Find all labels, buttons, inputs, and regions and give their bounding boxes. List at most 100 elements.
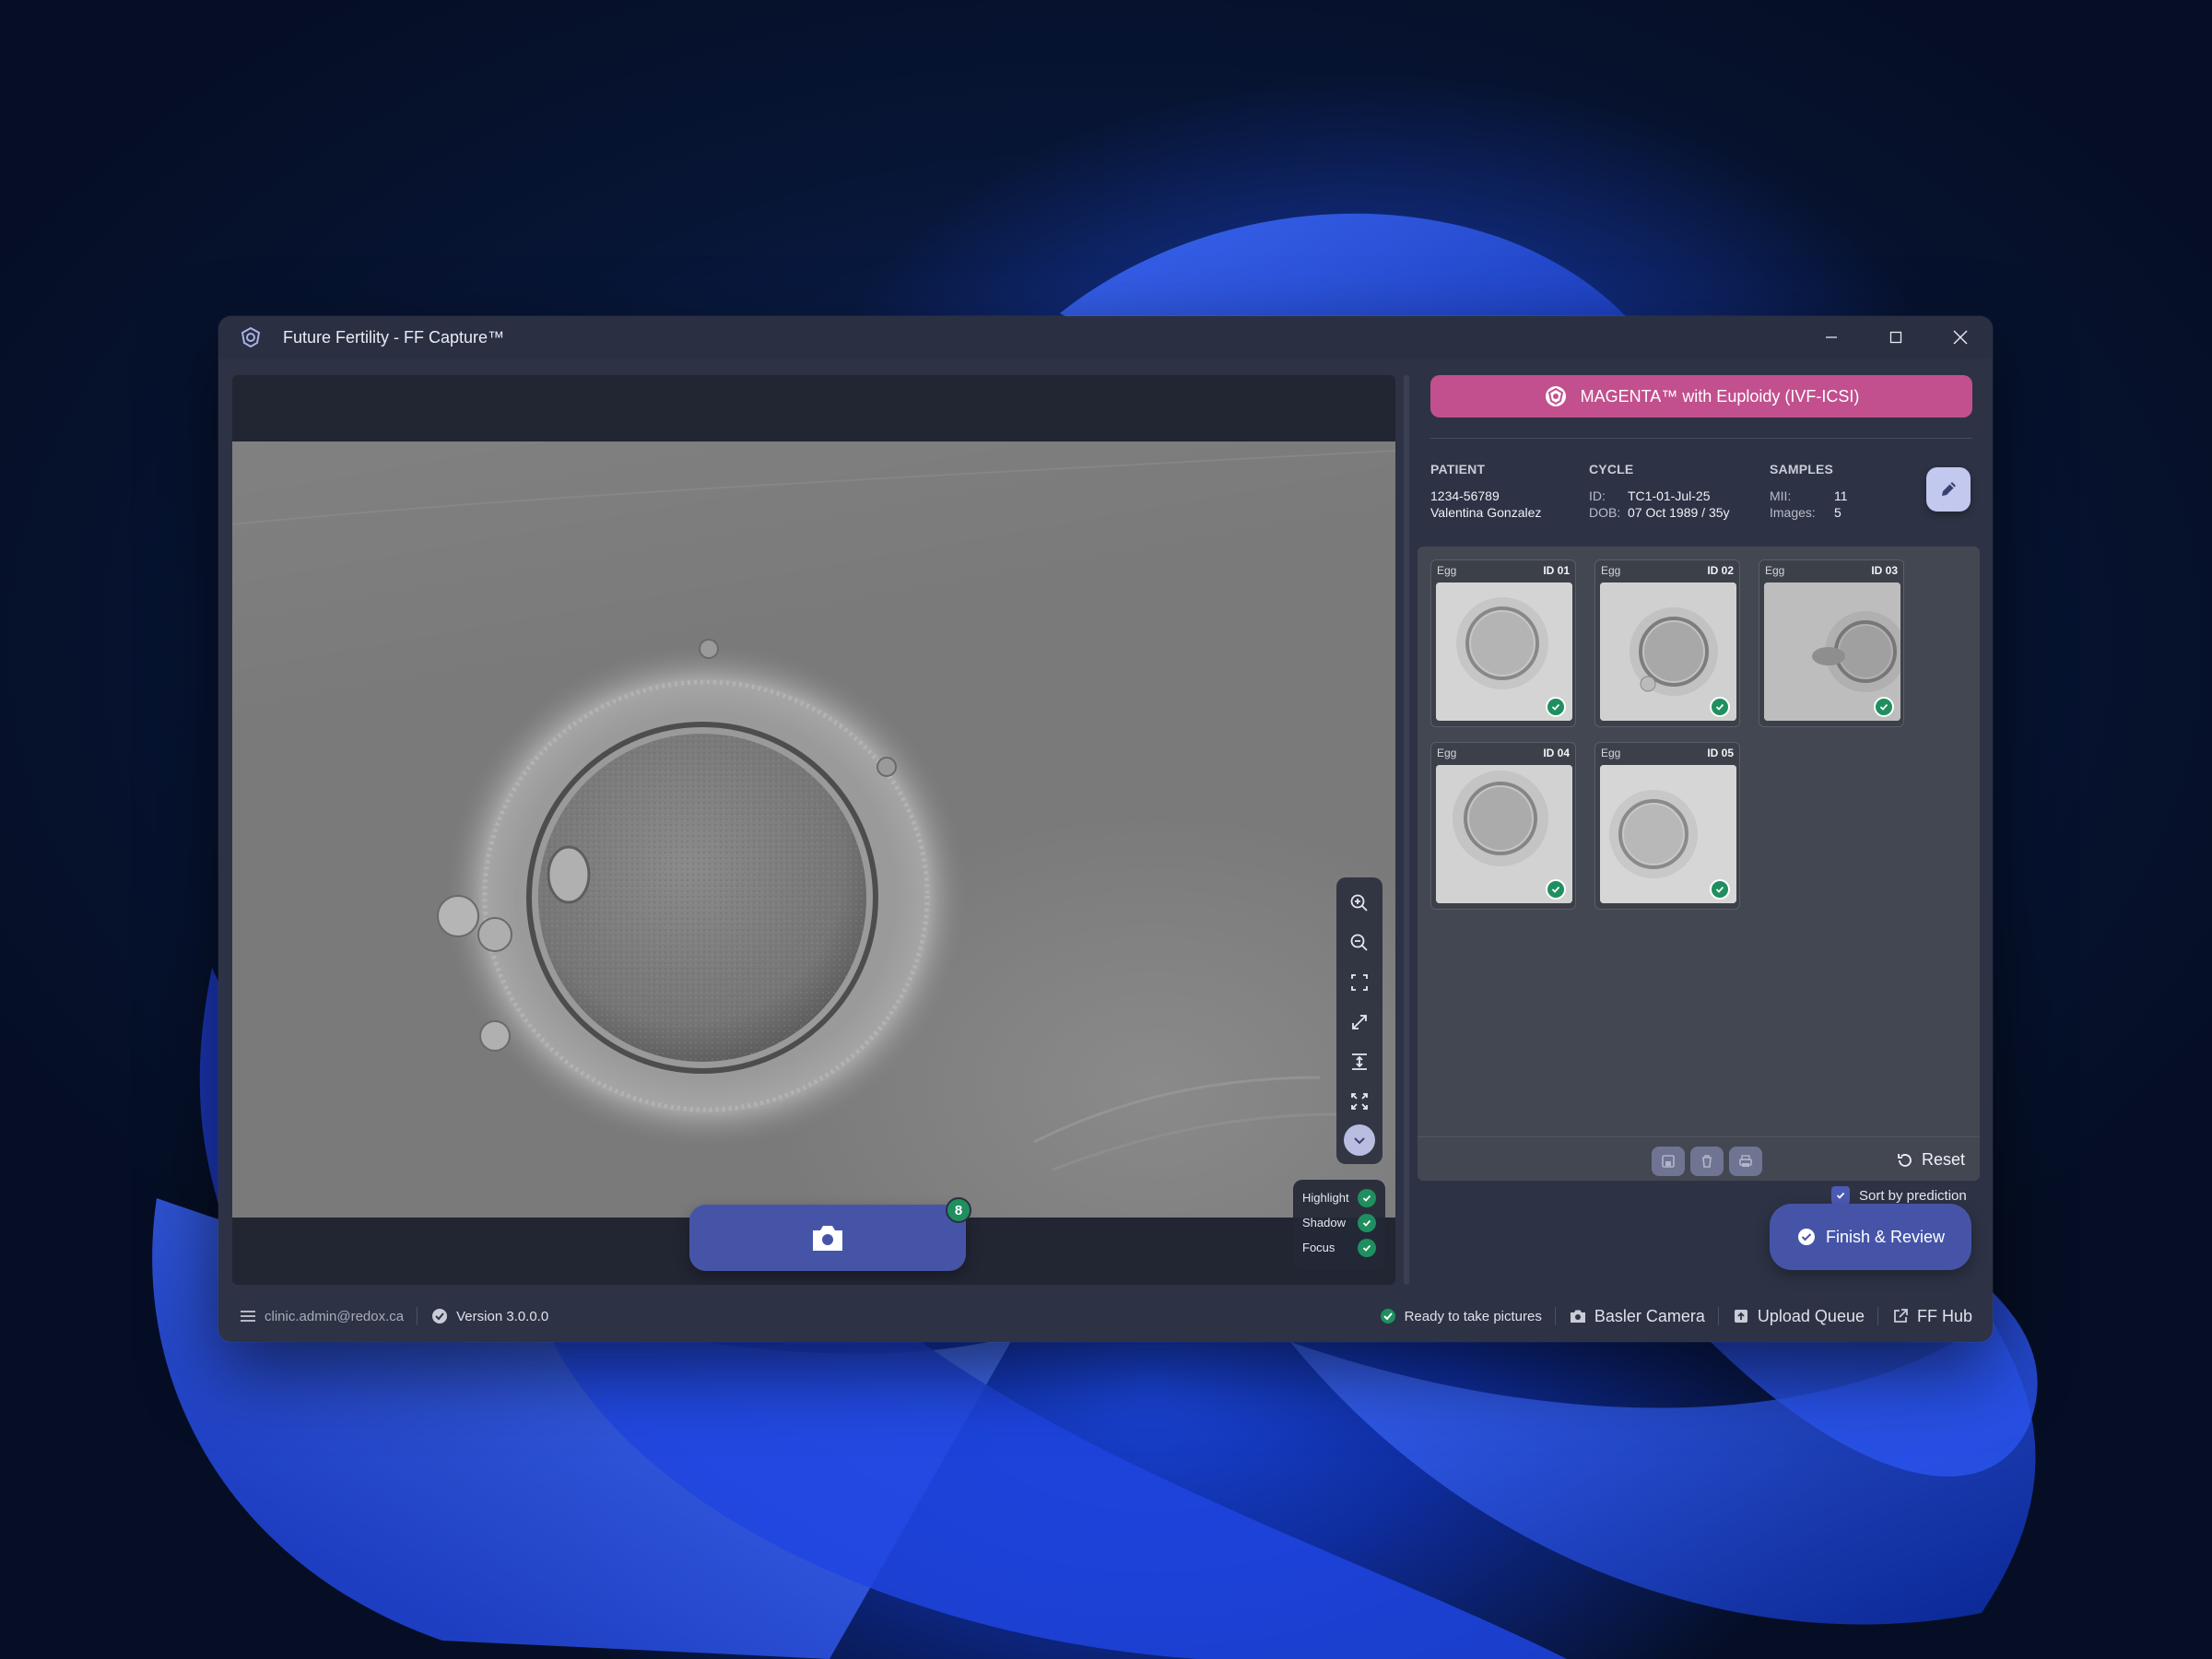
capture-button[interactable]: 8	[689, 1197, 971, 1271]
zoom-toolbar	[1336, 877, 1382, 1164]
quality-shadow: Shadow	[1302, 1210, 1376, 1235]
print-button[interactable]	[1729, 1147, 1762, 1176]
reset-button[interactable]: Reset	[1896, 1150, 1965, 1170]
version-info: Version 3.0.0.0	[430, 1307, 548, 1325]
ready-status: Ready to take pictures	[1379, 1307, 1542, 1325]
quality-label: Shadow	[1302, 1216, 1346, 1230]
zoom-out-button[interactable]	[1341, 923, 1378, 962]
program-logo-icon	[1545, 386, 1566, 406]
camera-status-button[interactable]: Basler Camera	[1569, 1307, 1705, 1326]
sample-type: Egg	[1601, 564, 1621, 577]
zoom-out-icon	[1350, 934, 1368, 951]
reset-label: Reset	[1921, 1150, 1965, 1169]
check-icon	[1546, 879, 1566, 900]
collapse-toolbar-button[interactable]	[1344, 1124, 1375, 1156]
grid-footer: Reset	[1418, 1136, 1980, 1181]
live-viewer: 8 Highlight Shadow Focus	[232, 375, 1395, 1285]
mii-key: MII:	[1770, 488, 1792, 503]
cycle-heading: CYCLE	[1589, 462, 1634, 477]
save-button[interactable]	[1652, 1147, 1685, 1176]
program-button[interactable]: MAGENTA™ with Euploidy (IVF-ICSI)	[1430, 375, 1972, 418]
reset-icon	[1898, 1153, 1912, 1167]
patient-info: PATIENT 1234-56789 Valentina Gonzalez	[1430, 462, 1541, 521]
samples-heading: SAMPLES	[1770, 462, 1834, 477]
hamburger-menu-icon	[241, 1311, 255, 1322]
check-icon	[1358, 1238, 1376, 1257]
delete-button[interactable]	[1690, 1147, 1724, 1176]
sample-card[interactable]: Egg ID 05	[1594, 742, 1740, 910]
sort-label: Sort by prediction	[1859, 1187, 1967, 1204]
window-title: Future Fertility - FF Capture™	[283, 327, 505, 347]
sample-type: Egg	[1437, 564, 1457, 577]
viewer-top-bar	[232, 375, 1395, 441]
expand-button[interactable]	[1341, 1002, 1378, 1041]
upload-queue-button[interactable]: Upload Queue	[1732, 1307, 1865, 1326]
maximize-button[interactable]	[1864, 316, 1928, 359]
save-icon	[1662, 1155, 1675, 1168]
vertical-fit-button[interactable]	[1341, 1041, 1378, 1081]
patient-name: Valentina Gonzalez	[1430, 505, 1542, 520]
ready-check-icon	[1380, 1309, 1395, 1324]
panel-splitter[interactable]	[1404, 375, 1409, 1285]
quality-label: Focus	[1302, 1241, 1335, 1254]
oocyte-image	[232, 450, 1395, 1171]
main-menu-button[interactable]: clinic.admin@redox.ca	[239, 1308, 404, 1324]
check-circle-icon	[1797, 1229, 1815, 1245]
close-button[interactable]	[1928, 316, 1993, 359]
capture-count-badge: 8	[946, 1197, 971, 1223]
fullscreen-icon	[1351, 1092, 1368, 1110]
check-icon	[1358, 1213, 1376, 1232]
sample-card[interactable]: Egg ID 03	[1759, 559, 1904, 727]
program-label: MAGENTA™ with Euploidy (IVF-ICSI)	[1580, 386, 1860, 406]
sample-card[interactable]: Egg ID 04	[1430, 742, 1576, 910]
trash-icon	[1702, 1155, 1712, 1168]
minimize-button[interactable]	[1799, 316, 1864, 359]
upload-label: Upload Queue	[1757, 1306, 1865, 1325]
sample-type: Egg	[1765, 564, 1785, 577]
ff-hub-label: FF Hub	[1916, 1306, 1972, 1325]
divider	[1877, 1307, 1878, 1325]
sample-type: Egg	[1437, 747, 1457, 759]
microscope-live-image[interactable]	[232, 441, 1395, 1218]
verified-icon	[432, 1309, 448, 1324]
sample-type: Egg	[1601, 747, 1621, 759]
status-bar: clinic.admin@redox.ca Version 3.0.0.0 Re…	[218, 1290, 1993, 1342]
cycle-dob-key: DOB:	[1589, 505, 1621, 520]
fit-button[interactable]	[1341, 962, 1378, 1002]
sample-grid: Egg ID 01 Egg ID 02 Egg ID 03 Egg ID 04 …	[1418, 547, 1980, 1181]
check-icon	[1546, 697, 1566, 717]
images-key: Images:	[1770, 505, 1816, 520]
cycle-info: CYCLE ID: TC1-01-Jul-25 DOB: 07 Oct 1989 /…	[1589, 462, 1730, 521]
sort-by-prediction-checkbox[interactable]: Sort by prediction	[1831, 1186, 1967, 1205]
sample-card[interactable]: Egg ID 01	[1430, 559, 1576, 727]
title-bar: Future Fertility - FF Capture™	[218, 316, 1993, 359]
chevron-down-icon	[1354, 1137, 1365, 1145]
app-logo-icon	[239, 325, 263, 349]
sample-card[interactable]: Egg ID 02	[1594, 559, 1740, 727]
fullscreen-button[interactable]	[1341, 1081, 1378, 1121]
zoom-in-button[interactable]	[1341, 883, 1378, 923]
pencil-icon	[1942, 482, 1956, 496]
check-icon	[1710, 879, 1730, 900]
edit-button[interactable]	[1926, 467, 1971, 512]
divider	[1717, 1307, 1719, 1325]
ff-hub-link[interactable]: FF Hub	[1891, 1307, 1972, 1326]
divider	[417, 1307, 418, 1325]
maximize-icon	[1889, 331, 1902, 344]
patient-id: 1234-56789	[1430, 488, 1500, 503]
external-link-icon	[1894, 1309, 1908, 1323]
user-email: clinic.admin@redox.ca	[265, 1308, 405, 1324]
finish-label: Finish & Review	[1825, 1227, 1946, 1246]
check-icon	[1874, 697, 1894, 717]
close-icon	[1953, 330, 1968, 345]
cycle-dob: 07 Oct 1989 / 35y	[1628, 505, 1730, 520]
check-icon	[1710, 697, 1730, 717]
fit-icon	[1351, 973, 1368, 991]
app-window: Future Fertility - FF Capture™ 8 Highlig…	[218, 316, 1993, 1342]
mii-count: 11	[1834, 488, 1848, 503]
vertical-fit-icon	[1352, 1053, 1367, 1070]
checkbox-icon	[1831, 1186, 1850, 1205]
finish-review-button[interactable]: Finish & Review	[1770, 1204, 1971, 1270]
sample-id: ID 01	[1543, 564, 1570, 577]
camera-icon	[813, 1226, 842, 1251]
